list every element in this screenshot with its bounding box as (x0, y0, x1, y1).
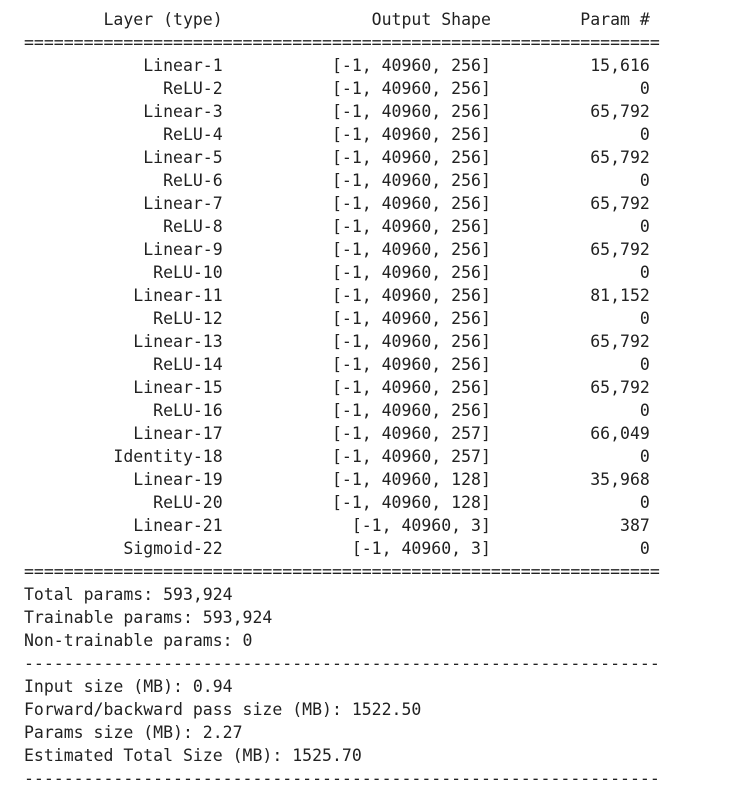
summary-line: Estimated Total Size (MB): 1525.70 (24, 746, 362, 765)
summary-line: Non-trainable params: 0 (24, 631, 253, 650)
summary-line: Forward/backward pass size (MB): 1522.50 (24, 700, 422, 719)
layer-row: Sigmoid-22 [-1, 40960, 3] 0 (24, 539, 650, 558)
layer-row: ReLU-16 [-1, 40960, 256] 0 (24, 401, 650, 420)
separator-line: ========================================… (24, 33, 660, 52)
layer-row: ReLU-2 [-1, 40960, 256] 0 (24, 79, 650, 98)
layer-row: Linear-7 [-1, 40960, 256] 65,792 (24, 194, 650, 213)
summary-line: Total params: 593,924 (24, 585, 233, 604)
layer-row: Linear-17 [-1, 40960, 257] 66,049 (24, 424, 650, 443)
layer-row: Linear-3 [-1, 40960, 256] 65,792 (24, 102, 650, 121)
summary-line: Trainable params: 593,924 (24, 608, 273, 627)
layer-row: Linear-5 [-1, 40960, 256] 65,792 (24, 148, 650, 167)
layer-row: ReLU-20 [-1, 40960, 128] 0 (24, 493, 650, 512)
layer-row: ReLU-4 [-1, 40960, 256] 0 (24, 125, 650, 144)
layer-row: Identity-18 [-1, 40960, 257] 0 (24, 447, 650, 466)
separator-line: ----------------------------------------… (24, 769, 660, 788)
layer-row: Linear-13 [-1, 40960, 256] 65,792 (24, 332, 650, 351)
layer-row: ReLU-10 [-1, 40960, 256] 0 (24, 263, 650, 282)
separator-line: ----------------------------------------… (24, 654, 660, 673)
layer-row: ReLU-12 [-1, 40960, 256] 0 (24, 309, 650, 328)
separator-line: ========================================… (24, 562, 660, 581)
summary-line: Input size (MB): 0.94 (24, 677, 233, 696)
layer-row: Linear-9 [-1, 40960, 256] 65,792 (24, 240, 650, 259)
layer-row: Linear-15 [-1, 40960, 256] 65,792 (24, 378, 650, 397)
layer-row: ReLU-14 [-1, 40960, 256] 0 (24, 355, 650, 374)
table-header: Layer (type) Output Shape Param # (24, 10, 650, 29)
model-summary: ----------------------------------------… (24, 0, 660, 790)
layer-row: Linear-1 [-1, 40960, 256] 15,616 (24, 56, 650, 75)
separator-line: ----------------------------------------… (24, 0, 660, 8)
layer-row: ReLU-6 [-1, 40960, 256] 0 (24, 171, 650, 190)
layer-row: Linear-11 [-1, 40960, 256] 81,152 (24, 286, 650, 305)
summary-line: Params size (MB): 2.27 (24, 723, 243, 742)
layer-row: Linear-19 [-1, 40960, 128] 35,968 (24, 470, 650, 489)
layer-row: ReLU-8 [-1, 40960, 256] 0 (24, 217, 650, 236)
layer-row: Linear-21 [-1, 40960, 3] 387 (24, 516, 650, 535)
